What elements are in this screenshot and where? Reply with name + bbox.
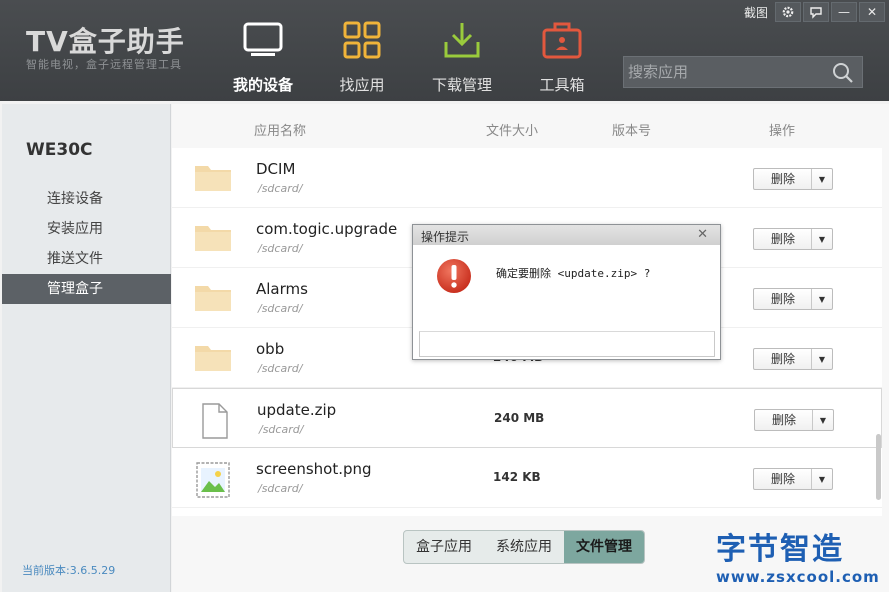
delete-button[interactable]: 删除 ▼ <box>753 348 833 370</box>
chevron-down-icon[interactable]: ▼ <box>811 169 832 189</box>
chevron-down-icon[interactable]: ▼ <box>811 229 832 249</box>
grid-icon <box>340 18 384 62</box>
close-button[interactable]: ✕ <box>859 2 885 22</box>
nav-label: 工具箱 <box>539 76 585 94</box>
nav-my-devices[interactable]: 我的设备 <box>213 18 313 95</box>
nav-label: 下载管理 <box>431 76 492 94</box>
download-icon <box>440 18 484 62</box>
delete-button-label: 删除 <box>770 172 795 186</box>
nav-label: 我的设备 <box>232 76 293 94</box>
folder-icon <box>194 222 232 256</box>
file-size: 240 MB <box>494 411 545 425</box>
chevron-down-icon[interactable]: ▼ <box>812 410 833 430</box>
watermark-text: 字节智造 <box>716 532 844 567</box>
file-icon <box>195 403 233 439</box>
confirm-dialog: 操作提示 ✕ 确定要删除 <update.zip> ? <box>412 224 721 360</box>
delete-button[interactable]: 删除 ▼ <box>753 288 833 310</box>
app-version: 当前版本:3.6.5.29 <box>22 564 116 577</box>
delete-button[interactable]: 删除 ▼ <box>753 228 833 250</box>
chat-icon[interactable] <box>803 2 829 22</box>
column-header-name: 应用名称 <box>254 124 307 139</box>
table-row[interactable]: screenshot.png /sdcard/ 142 KB 删除 ▼ <box>172 448 882 508</box>
file-path: /sdcard/ <box>258 242 303 255</box>
warning-icon <box>435 257 473 295</box>
file-name: screenshot.png <box>256 460 372 478</box>
minimize-button[interactable]: — <box>831 2 857 22</box>
tab-system-apps[interactable]: 系统应用 <box>484 531 564 563</box>
file-name: com.togic.upgrade <box>256 220 398 238</box>
search-icon[interactable] <box>832 62 854 84</box>
sidebar-item-manage-box[interactable]: 管理盒子 <box>2 274 171 304</box>
close-icon[interactable]: ✕ <box>697 227 708 242</box>
dialog-titlebar: 操作提示 ✕ <box>413 225 720 245</box>
tab-bar: 盒子应用 系统应用 文件管理 <box>403 530 645 564</box>
delete-button-label: 删除 <box>771 413 796 427</box>
table-row[interactable]: DCIM /sdcard/ 删除 ▼ <box>172 148 882 208</box>
folder-icon <box>194 282 232 316</box>
file-path: /sdcard/ <box>258 302 303 315</box>
folder-icon <box>194 342 232 376</box>
file-path: /sdcard/ <box>258 482 303 495</box>
sidebar: WE30C 连接设备 安装应用 推送文件 管理盒子 当前版本:3.6.5.29 <box>2 104 171 592</box>
titlebar-buttons: 截图 — ✕ <box>739 2 885 22</box>
search-input[interactable] <box>628 61 828 83</box>
file-name: Alarms <box>256 280 308 298</box>
delete-button-label: 删除 <box>770 472 795 486</box>
file-size: 142 KB <box>493 470 541 484</box>
dialog-button-area <box>419 331 715 357</box>
delete-button-label: 删除 <box>770 352 795 366</box>
tab-file-manager[interactable]: 文件管理 <box>564 531 644 563</box>
watermark-url: www.zsxcool.com <box>716 568 880 586</box>
file-path: /sdcard/ <box>258 182 303 195</box>
sidebar-item-push-files[interactable]: 推送文件 <box>2 244 171 274</box>
file-name: update.zip <box>257 401 337 419</box>
tv-icon <box>241 18 285 62</box>
dialog-message: 确定要删除 <update.zip> ? <box>496 267 651 280</box>
nav-find-apps[interactable]: 找应用 <box>312 18 412 95</box>
delete-button[interactable]: 删除 ▼ <box>754 409 834 431</box>
sidebar-item-connect-device[interactable]: 连接设备 <box>2 184 171 214</box>
file-path: /sdcard/ <box>259 423 304 436</box>
nav-toolbox[interactable]: 工具箱 <box>512 18 612 95</box>
app-logo-subtitle: 智能电视，盒子远程管理工具 <box>26 58 182 71</box>
sidebar-item-install-apps[interactable]: 安装应用 <box>2 214 171 244</box>
file-path: /sdcard/ <box>258 362 303 375</box>
nav-label: 找应用 <box>339 76 385 94</box>
file-name: DCIM <box>256 160 296 178</box>
tab-box-apps[interactable]: 盒子应用 <box>404 531 484 563</box>
column-header-action: 操作 <box>769 124 796 139</box>
folder-icon <box>194 162 232 196</box>
device-name: WE30C <box>26 140 93 160</box>
image-file-icon <box>194 462 232 498</box>
delete-button[interactable]: 删除 ▼ <box>753 168 833 190</box>
column-header-size: 文件大小 <box>486 124 539 139</box>
delete-button-label: 删除 <box>770 292 795 306</box>
chevron-down-icon[interactable]: ▼ <box>811 349 832 369</box>
gear-icon[interactable] <box>775 2 801 22</box>
toolbox-icon <box>540 18 584 62</box>
screenshot-button[interactable]: 截图 <box>739 2 773 22</box>
table-row[interactable]: update.zip /sdcard/ 240 MB 删除 ▼ <box>172 388 882 448</box>
chevron-down-icon[interactable]: ▼ <box>811 289 832 309</box>
list-scrollbar[interactable] <box>876 434 881 500</box>
nav-download-manager[interactable]: 下载管理 <box>412 18 512 95</box>
search-box <box>623 56 863 88</box>
dialog-title: 操作提示 <box>421 230 470 244</box>
file-name: obb <box>256 340 285 358</box>
app-logo-title: TV盒子助手 <box>26 25 185 58</box>
watermark: 字节智造 www.zsxcool.com <box>716 524 879 586</box>
app-header: TV盒子助手 智能电视，盒子远程管理工具 我的设备 找应用 下载管理 工具箱 截… <box>0 0 889 101</box>
column-header-version: 版本号 <box>612 124 652 139</box>
delete-button-label: 删除 <box>770 232 795 246</box>
chevron-down-icon[interactable]: ▼ <box>811 469 832 489</box>
delete-button[interactable]: 删除 ▼ <box>753 468 833 490</box>
